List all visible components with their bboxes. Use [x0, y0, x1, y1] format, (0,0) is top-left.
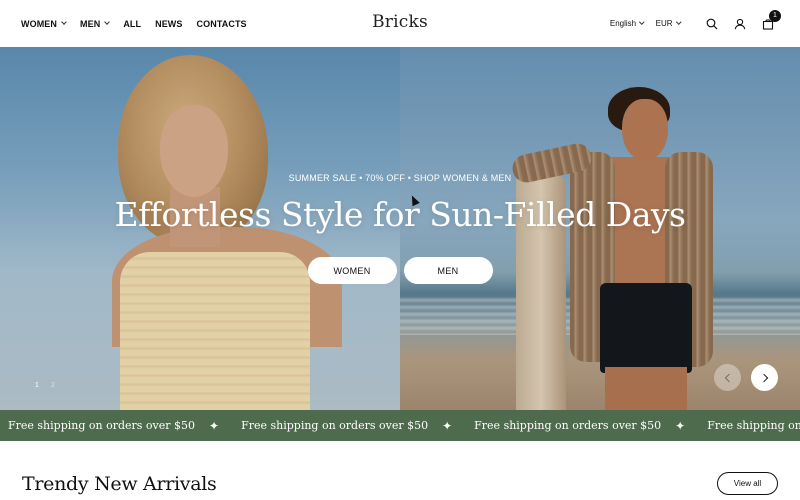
chevron-down-icon	[61, 19, 67, 25]
currency-value: EUR	[655, 19, 673, 28]
chevron-down-icon	[675, 19, 681, 25]
marquee-item: Free shipping on orders over $50 ✦	[8, 419, 233, 433]
nav-item-label: CONTACTS	[196, 18, 247, 29]
marquee-text: Free shipping on orders over $50	[8, 419, 196, 432]
sparkle-icon: ✦	[442, 418, 453, 433]
hero-buttons: WOMEN MEN	[0, 257, 800, 284]
language-value: English	[609, 19, 637, 28]
marquee-item: Free shipping on orders over $50✦	[707, 419, 800, 433]
shop-women-button[interactable]: WOMEN	[307, 257, 397, 284]
shipping-marquee: Free shipping on orders over $50 ✦ Free s…	[0, 410, 800, 441]
chevron-left-icon	[724, 373, 734, 382]
slider-next-button[interactable]	[751, 364, 778, 391]
hero-subtitle: SUMMER SALE • 70% OFF • SHOP WOMEN & MEN	[288, 173, 512, 183]
chevron-down-icon	[104, 19, 111, 25]
currency-selector[interactable]: EUR	[655, 19, 681, 28]
nav-item-label: NEWS	[155, 18, 183, 29]
marquee-item: Free shipping on orders over $50 ✦	[241, 419, 466, 433]
cart-button[interactable]: 1	[754, 9, 782, 38]
hero-title: Effortless Style for Sun-Filled Days	[114, 195, 686, 234]
marquee-text: Free shipping on orders over $50	[474, 419, 662, 432]
nav-item-men[interactable]: MEN	[80, 18, 111, 29]
sparkle-icon: ✦	[209, 418, 220, 433]
account-button[interactable]	[726, 10, 754, 38]
nav-item-label: WOMEN	[21, 18, 57, 29]
sparkle-icon: ✦	[675, 418, 686, 433]
site-header: WOMEN MEN ALL NEWS CONTACTS Bricks Engli…	[0, 0, 800, 47]
marquee-text: Free shipping on orders over $50	[707, 419, 800, 432]
pager-current[interactable]: 1	[35, 382, 39, 389]
chevron-right-icon	[759, 373, 768, 382]
nav-item-all[interactable]: ALL	[123, 19, 141, 29]
site-logo[interactable]: Bricks	[372, 12, 428, 32]
nav-item-women[interactable]: WOMEN	[21, 18, 67, 29]
marquee-item: Free shipping on orders over $50 ✦	[474, 419, 699, 433]
search-button[interactable]	[698, 10, 726, 38]
header-actions: English EUR 1	[610, 0, 782, 47]
shop-men-button[interactable]: MEN	[403, 257, 493, 284]
user-icon	[734, 18, 746, 29]
hero-slider: SUMMER SALE • 70% OFF • SHOP WOMEN & MEN…	[0, 47, 800, 410]
slider-prev-button[interactable]	[714, 364, 741, 391]
language-selector[interactable]: English	[609, 19, 645, 28]
slide-pager: 1 2	[35, 382, 55, 389]
view-all-button[interactable]: View all	[717, 472, 778, 495]
pager-total[interactable]: 2	[51, 382, 55, 389]
main-nav: WOMEN MEN ALL NEWS CONTACTS	[21, 0, 247, 47]
nav-item-label: MEN	[80, 18, 101, 29]
section-title: Trendy New Arrivals	[22, 473, 217, 495]
nav-item-news[interactable]: NEWS	[155, 19, 182, 29]
search-icon	[706, 18, 718, 29]
chevron-down-icon	[639, 19, 645, 25]
cart-count-badge: 1	[769, 9, 781, 22]
nav-item-label: ALL	[123, 18, 142, 29]
marquee-text: Free shipping on orders over $50	[241, 419, 429, 432]
nav-item-contacts[interactable]: CONTACTS	[197, 19, 247, 29]
